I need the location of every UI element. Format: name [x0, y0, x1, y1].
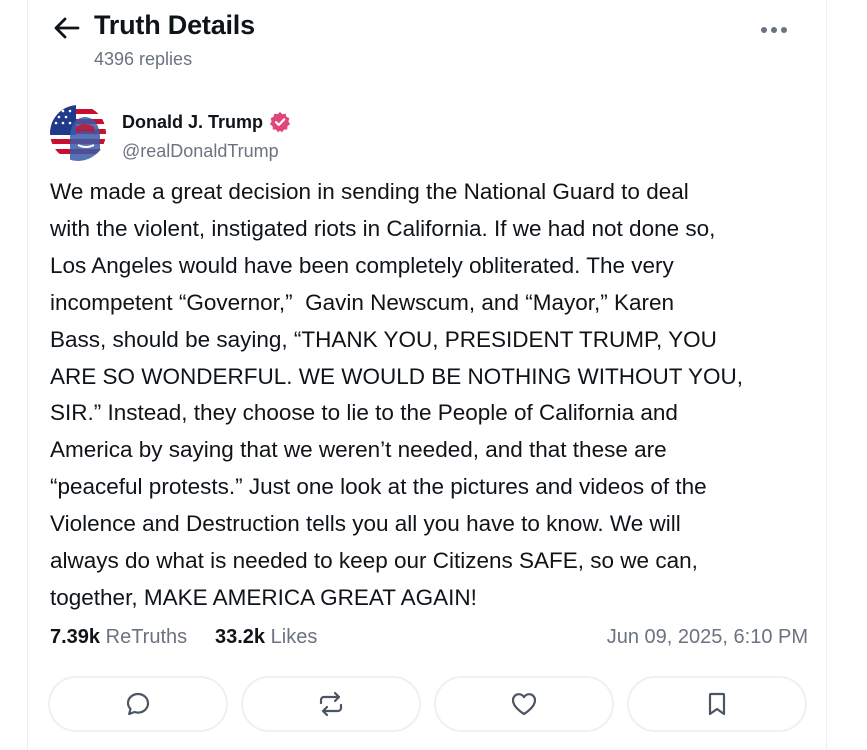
likes-label: Likes	[270, 626, 318, 648]
avatar[interactable]	[50, 105, 106, 161]
retruth-button[interactable]	[241, 676, 421, 732]
reply-button[interactable]	[48, 676, 228, 732]
post-detail-panel: Truth Details 4396 replies Donald J. Tru…	[27, 0, 827, 750]
verified-badge-icon	[269, 111, 291, 133]
page-title: Truth Details	[94, 10, 255, 40]
more-horizontal-icon	[760, 26, 788, 34]
post-actions	[48, 676, 808, 734]
author-name-row: Donald J. Trump	[122, 111, 291, 133]
author-name[interactable]: Donald J. Trump	[122, 112, 263, 133]
post-body-text: We made a great decision in sending the …	[50, 179, 743, 610]
post-author: Donald J. Trump @realDonaldTrump	[50, 105, 790, 165]
bookmark-icon	[706, 691, 728, 717]
heart-icon	[510, 691, 538, 717]
reply-icon	[125, 691, 151, 717]
author-handle[interactable]: @realDonaldTrump	[122, 141, 279, 162]
likes-count: 33.2k	[215, 626, 266, 648]
like-button[interactable]	[434, 676, 614, 732]
replies-count: 4396 replies	[94, 49, 193, 69]
back-button[interactable]	[52, 14, 82, 42]
bookmark-button[interactable]	[627, 676, 807, 732]
post-timestamp: Jun 09, 2025, 6:10 PM	[606, 626, 808, 648]
more-options-button[interactable]	[756, 16, 792, 44]
post-stats: 7.39k ReTruths 33.2k Likes Jun 09, 2025,…	[50, 626, 808, 656]
retruths-stat[interactable]: 7.39k ReTruths	[50, 626, 187, 649]
arrow-left-icon	[54, 17, 80, 39]
retruths-label: ReTruths	[105, 626, 188, 648]
likes-stat[interactable]: 33.2k Likes	[215, 626, 317, 649]
page-header: Truth Details 4396 replies	[28, 0, 828, 82]
retruths-count: 7.39k	[50, 626, 101, 648]
retruth-icon	[317, 691, 345, 717]
